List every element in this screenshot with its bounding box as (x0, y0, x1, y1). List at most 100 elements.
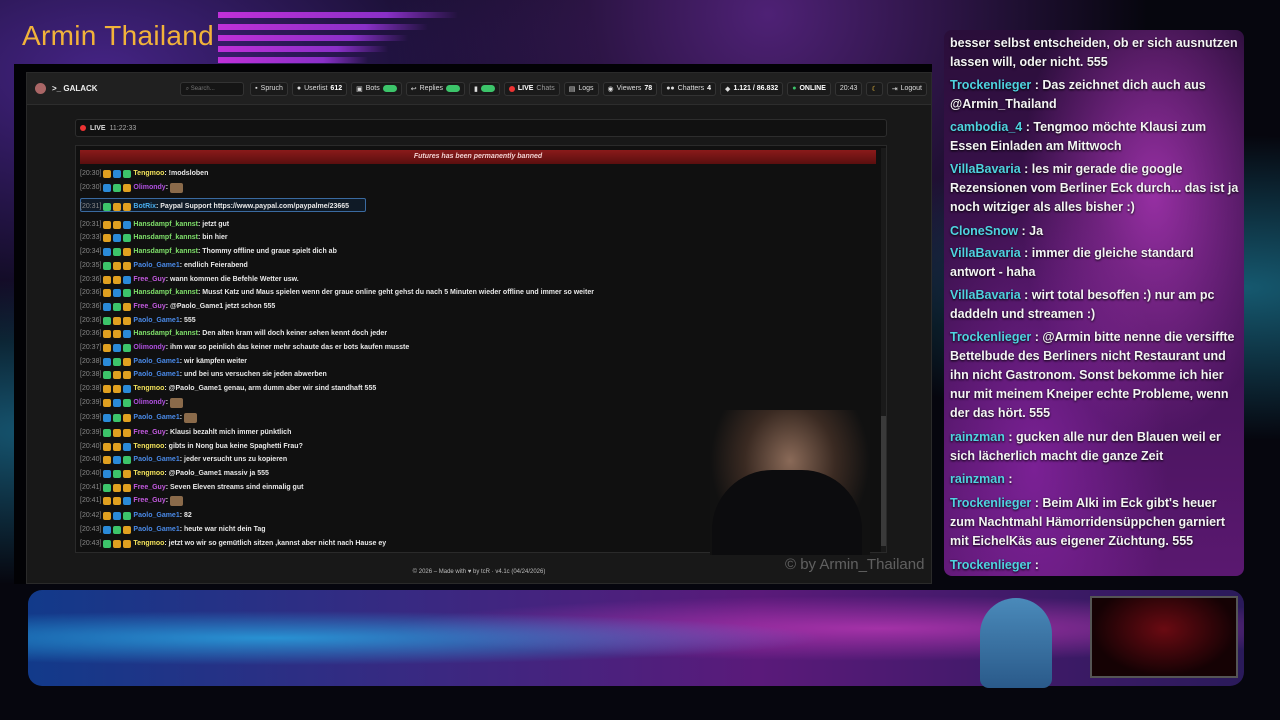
user-badge-icon (123, 413, 132, 422)
user-badge-icon (103, 398, 112, 407)
message-username[interactable]: Paolo_Game1 (133, 510, 179, 522)
theme-toggle[interactable]: ☾ (866, 81, 883, 96)
user-badge-icon (113, 357, 122, 366)
bots-toggle[interactable]: ▣ Bots (351, 81, 402, 96)
user-badge-icon (123, 302, 132, 311)
replies-toggle[interactable]: ↩ Replies (405, 81, 465, 96)
message-username[interactable]: Hansdampf_kannst (133, 328, 198, 340)
user-badge-icon (123, 442, 132, 451)
chat-message: [20:40] Paolo_Game1: jeder versucht uns z… (80, 454, 287, 466)
chatters-label: Chatters (677, 85, 705, 92)
user-badge-icon (103, 330, 112, 339)
userlist-button[interactable]: ● Userlist 612 (291, 81, 348, 96)
message-username[interactable]: Olimondy (133, 182, 165, 194)
user-badge-icon (103, 483, 112, 492)
overlay-chat-message: besser selbst entscheiden, ob er sich au… (950, 34, 1240, 72)
decor-stripe (218, 35, 408, 41)
message-username[interactable]: Olimondy (133, 342, 165, 354)
chat-message: [20:38] Tengmoo: @Paolo_Game1 genau, arm … (80, 383, 376, 395)
avatar (35, 83, 46, 94)
user-badge-icon (103, 220, 112, 229)
messages-counter[interactable]: ◆ 1.121 / 86.832 (720, 81, 784, 96)
sound-toggle[interactable]: ▮ (468, 81, 500, 96)
message-timestamp: [20:38] (80, 385, 102, 393)
message-username[interactable]: Paolo_Game1 (133, 369, 179, 381)
clock-time: 20:43 (839, 85, 858, 92)
message-text: : (165, 183, 169, 191)
message-username[interactable]: Tengmoo (133, 383, 164, 395)
user-badge-icon (123, 512, 132, 521)
user-badge-icon (123, 261, 132, 270)
document-icon: ▤ (568, 85, 576, 93)
message-username[interactable]: Free_Guy (133, 482, 165, 494)
message-timestamp: [20:30] (80, 170, 102, 177)
user-badge-icon (113, 234, 122, 243)
message-username[interactable]: Free_Guy (133, 301, 165, 313)
chat-bubble-icon: ◆ (725, 85, 731, 93)
overlay-chat-message: VillaBavaria : immer die gleiche standar… (950, 244, 1240, 282)
message-username[interactable]: Paolo_Game1 (133, 260, 179, 272)
overlay-chat-message: Trockenlieger : Das zeichnet dich auch a… (950, 76, 1240, 114)
spruch-button[interactable]: ▪ Spruch (250, 81, 288, 96)
message-username[interactable]: Tengmoo (133, 538, 164, 550)
user-badge-icon (113, 261, 122, 270)
message-username[interactable]: Free_Guy (133, 427, 165, 439)
message-username[interactable]: Tengmoo (133, 468, 164, 480)
message-timestamp: [20:30] (80, 183, 102, 191)
message-username[interactable]: Hansdampf_kannst (133, 246, 198, 258)
message-text: : Den alten kram will doch keiner sehen … (198, 330, 388, 338)
user-badge-icon (113, 344, 122, 352)
overlay-username: Trockenlieger (950, 78, 1032, 92)
user-badge-icon (113, 302, 122, 311)
message-text: : @Paolo_Game1 genau, arm dumm aber wir … (164, 385, 377, 393)
user-badge-icon (103, 344, 112, 352)
message-text: : jetzt gut (198, 220, 230, 228)
search-placeholder: Search... (190, 85, 215, 92)
chat-message: [20:33] Hansdampf_kannst: bin hier (80, 232, 228, 244)
user-badge-icon (113, 483, 122, 492)
viewers-button[interactable]: ◉ Viewers 78 (602, 81, 658, 96)
overlay-username: VillaBavaria (950, 288, 1021, 302)
search-input[interactable]: ⌕ Search... (179, 81, 245, 96)
message-username[interactable]: Paolo_Game1 (133, 524, 179, 536)
message-username[interactable]: Hansdampf_kannst (133, 232, 198, 244)
message-timestamp: [20:39] (80, 398, 102, 406)
logs-button[interactable]: ▤ Logs (563, 81, 599, 96)
message-username[interactable]: Paolo_Game1 (133, 412, 179, 424)
message-username[interactable]: Olimondy (133, 397, 165, 409)
toggle-switch[interactable] (445, 85, 460, 92)
logout-button[interactable]: ⇥ Logout (886, 81, 927, 96)
toggle-switch[interactable] (382, 85, 397, 92)
message-username[interactable]: BotRix (133, 201, 156, 213)
message-username[interactable]: Paolo_Game1 (133, 315, 179, 327)
clock: 20:43 (834, 81, 863, 96)
user-badge-icon (113, 469, 122, 478)
message-timestamp: [20:37] (80, 344, 102, 351)
message-username[interactable]: Tengmoo (133, 441, 164, 453)
live-chats-button[interactable]: LIVE Chats (503, 81, 560, 96)
chat-message: [20:39] Paolo_Game1: (80, 412, 198, 424)
message-username[interactable]: Hansdampf_kannst (133, 287, 198, 299)
user-badge-icon (103, 442, 112, 451)
decor-stripe (218, 24, 428, 30)
message-username[interactable]: Tengmoo (133, 168, 164, 180)
message-timestamp: [20:43] (80, 526, 102, 533)
message-username[interactable]: Hansdampf_kannst (133, 219, 198, 231)
live-label: LIVE (90, 124, 106, 132)
overlay-username: VillaBavaria (950, 246, 1021, 260)
message-username[interactable]: Paolo_Game1 (133, 356, 179, 368)
toggle-switch[interactable] (480, 85, 495, 92)
message-text: : @Paolo_Game1 jetzt schon 555 (165, 302, 276, 310)
chatters-button[interactable]: ●● Chatters 4 (661, 81, 717, 96)
brand[interactable]: >_ GALACK (35, 83, 180, 94)
logs-label: Logs (578, 85, 594, 92)
message-username[interactable]: Paolo_Game1 (133, 454, 179, 466)
scrollbar-thumb[interactable] (881, 416, 886, 546)
eye-icon: ◉ (607, 85, 614, 93)
live-dot-icon (508, 85, 515, 92)
user-badge-icon (103, 275, 112, 284)
userlist-label: Userlist (304, 85, 328, 92)
chat-message: [20:38] Paolo_Game1: und bei uns versuche… (80, 369, 327, 381)
message-username[interactable]: Free_Guy (133, 274, 165, 286)
message-username[interactable]: Free_Guy (133, 495, 165, 507)
